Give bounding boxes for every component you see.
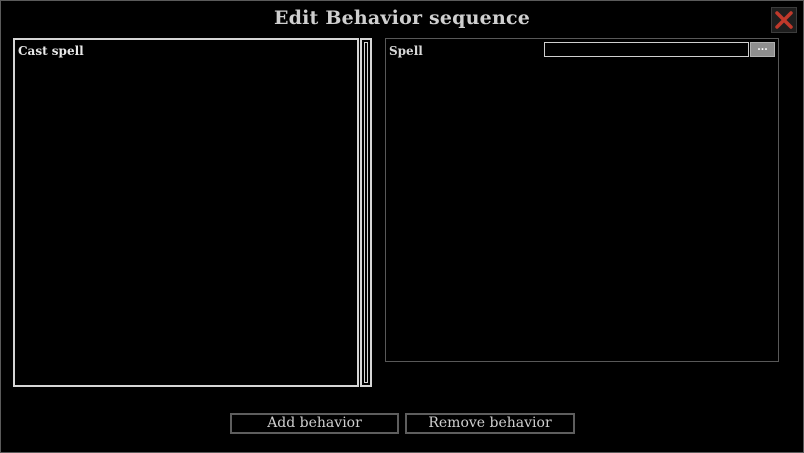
list-item[interactable]: Cast spell [18,44,84,58]
remove-behavior-button[interactable]: Remove behavior [405,413,575,434]
properties-panel: Spell ... [385,38,779,362]
spell-field[interactable] [544,42,749,57]
edit-behavior-dialog: Edit Behavior sequence Cast spell Spell … [0,0,804,453]
add-behavior-button[interactable]: Add behavior [230,413,399,434]
scrollbar-thumb[interactable] [364,42,368,383]
dialog-title: Edit Behavior sequence [273,7,531,29]
behavior-list-scrollbar[interactable] [360,38,372,387]
close-x-icon [772,8,796,32]
spell-label: Spell [389,44,423,58]
spell-browse-button[interactable]: ... [750,42,775,57]
close-button[interactable] [771,7,797,33]
behavior-list[interactable]: Cast spell [13,38,359,387]
